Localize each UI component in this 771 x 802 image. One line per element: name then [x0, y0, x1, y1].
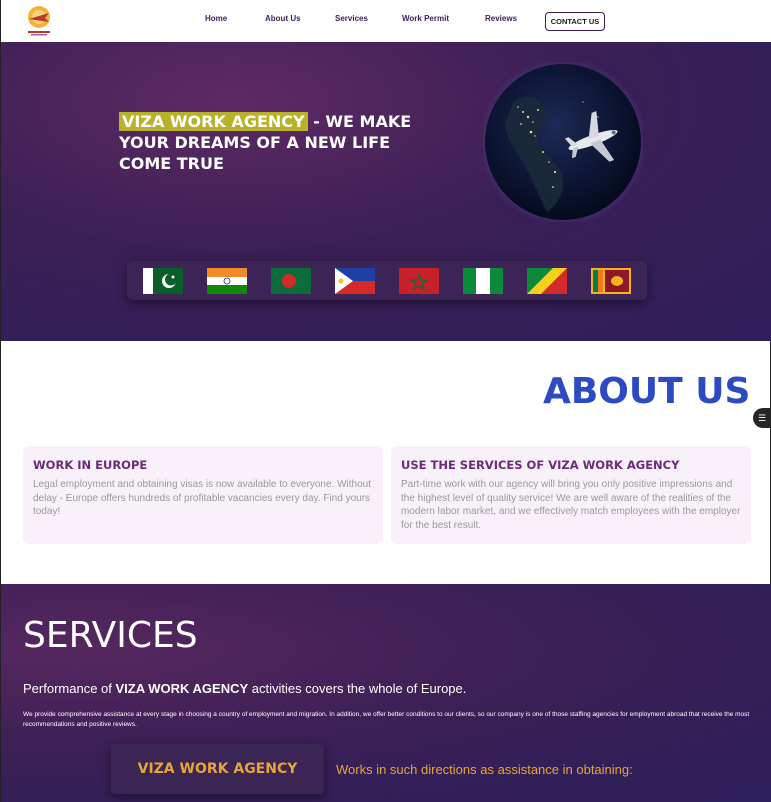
india-flag — [207, 268, 247, 294]
services-directions-text: Works in such directions as assistance i… — [336, 762, 633, 777]
country-flags-bar — [127, 261, 647, 300]
services-section: SERVICES Performance of VIZA WORK AGENCY… — [1, 584, 771, 802]
card-title: USE THE SERVICES OF VIZA WORK AGENCY — [401, 458, 680, 472]
nav-work-permit[interactable]: Work Permit — [402, 14, 449, 23]
bangladesh-flag — [271, 268, 311, 294]
nav-services[interactable]: Services — [335, 14, 368, 23]
card-text: Legal employment and obtaining visas is … — [33, 479, 371, 517]
card-text: Part-time work with our agency will brin… — [401, 479, 741, 531]
sri-lanka-flag — [591, 268, 631, 294]
about-card-work-in-europe: WORK IN EUROPE Legal employment and obta… — [23, 446, 383, 544]
nav-home[interactable]: Home — [205, 14, 227, 23]
nav-about-us[interactable]: About Us — [265, 14, 301, 23]
globe-airplane-image — [483, 62, 643, 222]
services-description: We provide comprehensive assistance at e… — [23, 711, 750, 728]
about-us-title: ABOUT US — [543, 371, 751, 412]
philippines-flag — [335, 268, 375, 294]
congo-flag — [527, 268, 567, 294]
services-subtitle-pre: Performance of — [23, 681, 116, 696]
about-card-use-services: USE THE SERVICES OF VIZA WORK AGENCY Par… — [391, 446, 751, 544]
services-subtitle-bold: VIZA WORK AGENCY — [115, 681, 249, 696]
hero-section: VIZA WORK AGENCY - WE MAKE YOUR DREAMS O… — [1, 42, 771, 341]
hero-title-highlight: VIZA WORK AGENCY — [119, 112, 308, 131]
services-title: SERVICES — [23, 615, 198, 656]
services-subtitle-post: activities covers the whole of Europe. — [248, 681, 467, 696]
nav-reviews[interactable]: Reviews — [485, 14, 517, 23]
pakistan-flag — [143, 268, 183, 294]
agency-logo[interactable] — [25, 4, 53, 38]
top-nav: Home About Us Services Work Permit Revie… — [1, 0, 771, 42]
contact-us-button[interactable]: CONTACT US — [545, 12, 605, 31]
nigeria-flag — [463, 268, 503, 294]
hero-title: VIZA WORK AGENCY - WE MAKE YOUR DREAMS O… — [119, 111, 419, 174]
card-title: WORK IN EUROPE — [33, 458, 148, 472]
accessibility-toggle-icon[interactable]: ☰ — [753, 408, 771, 428]
services-subtitle: Performance of VIZA WORK AGENCY activiti… — [23, 681, 466, 696]
viza-work-agency-button[interactable]: VIZA WORK AGENCY — [111, 744, 324, 794]
morocco-flag — [399, 268, 439, 294]
